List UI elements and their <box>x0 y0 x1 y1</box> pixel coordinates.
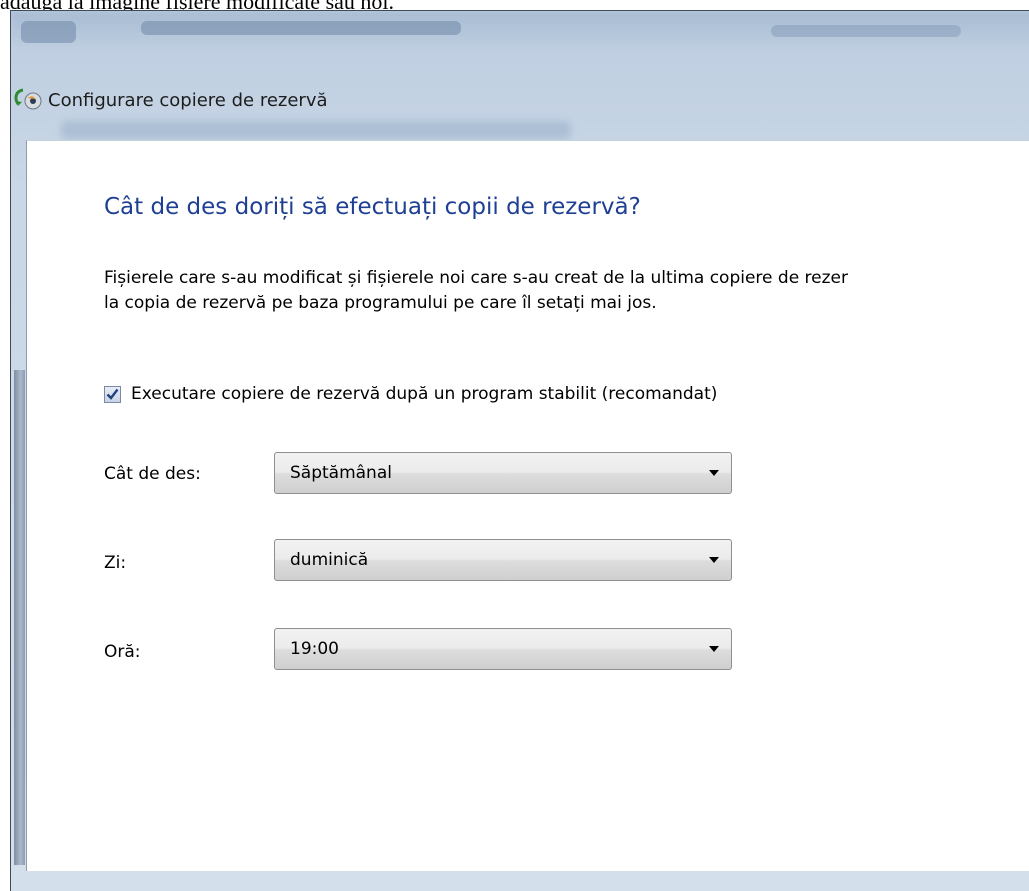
schedule-checkbox[interactable] <box>104 385 121 403</box>
chevron-down-icon <box>709 557 719 563</box>
blurred-address-bar <box>141 21 461 35</box>
window-title: Configurare copiere de rezervă <box>48 89 328 111</box>
blurred-back-button <box>21 21 76 43</box>
day-value: duminică <box>290 550 369 570</box>
blurred-link-text <box>61 121 571 139</box>
time-label: Oră: <box>104 642 141 662</box>
description-line-2: la copia de rezervă pe baza programului … <box>104 293 657 313</box>
blurred-search-box <box>771 25 961 37</box>
time-value: 19:00 <box>290 639 339 659</box>
frequency-value: Săptămânal <box>290 463 392 483</box>
chevron-down-icon <box>709 470 719 476</box>
schedule-checkbox-row[interactable]: Executare copiere de rezervă după un pro… <box>104 384 717 404</box>
schedule-checkbox-label[interactable]: Executare copiere de rezervă după un pro… <box>131 384 717 404</box>
check-icon <box>106 388 119 400</box>
dialog-title-bar: Configurare copiere de rezervă <box>4 82 328 118</box>
frequency-label: Cât de des: <box>104 464 201 484</box>
day-dropdown[interactable]: duminică <box>274 539 732 581</box>
day-label: Zi: <box>104 553 127 573</box>
time-dropdown[interactable]: 19:00 <box>274 628 732 670</box>
content-panel <box>26 140 1029 871</box>
page-title: Cât de des doriți să efectuați copii de … <box>104 194 641 220</box>
description-text: Fișierele care s-au modificat și fișiere… <box>104 266 1029 316</box>
backup-icon <box>4 86 44 114</box>
description-line-1: Fișierele care s-au modificat și fișiere… <box>104 268 849 288</box>
frequency-dropdown[interactable]: Săptămânal <box>274 452 732 494</box>
side-frame <box>14 370 25 865</box>
chevron-down-icon <box>709 646 719 652</box>
